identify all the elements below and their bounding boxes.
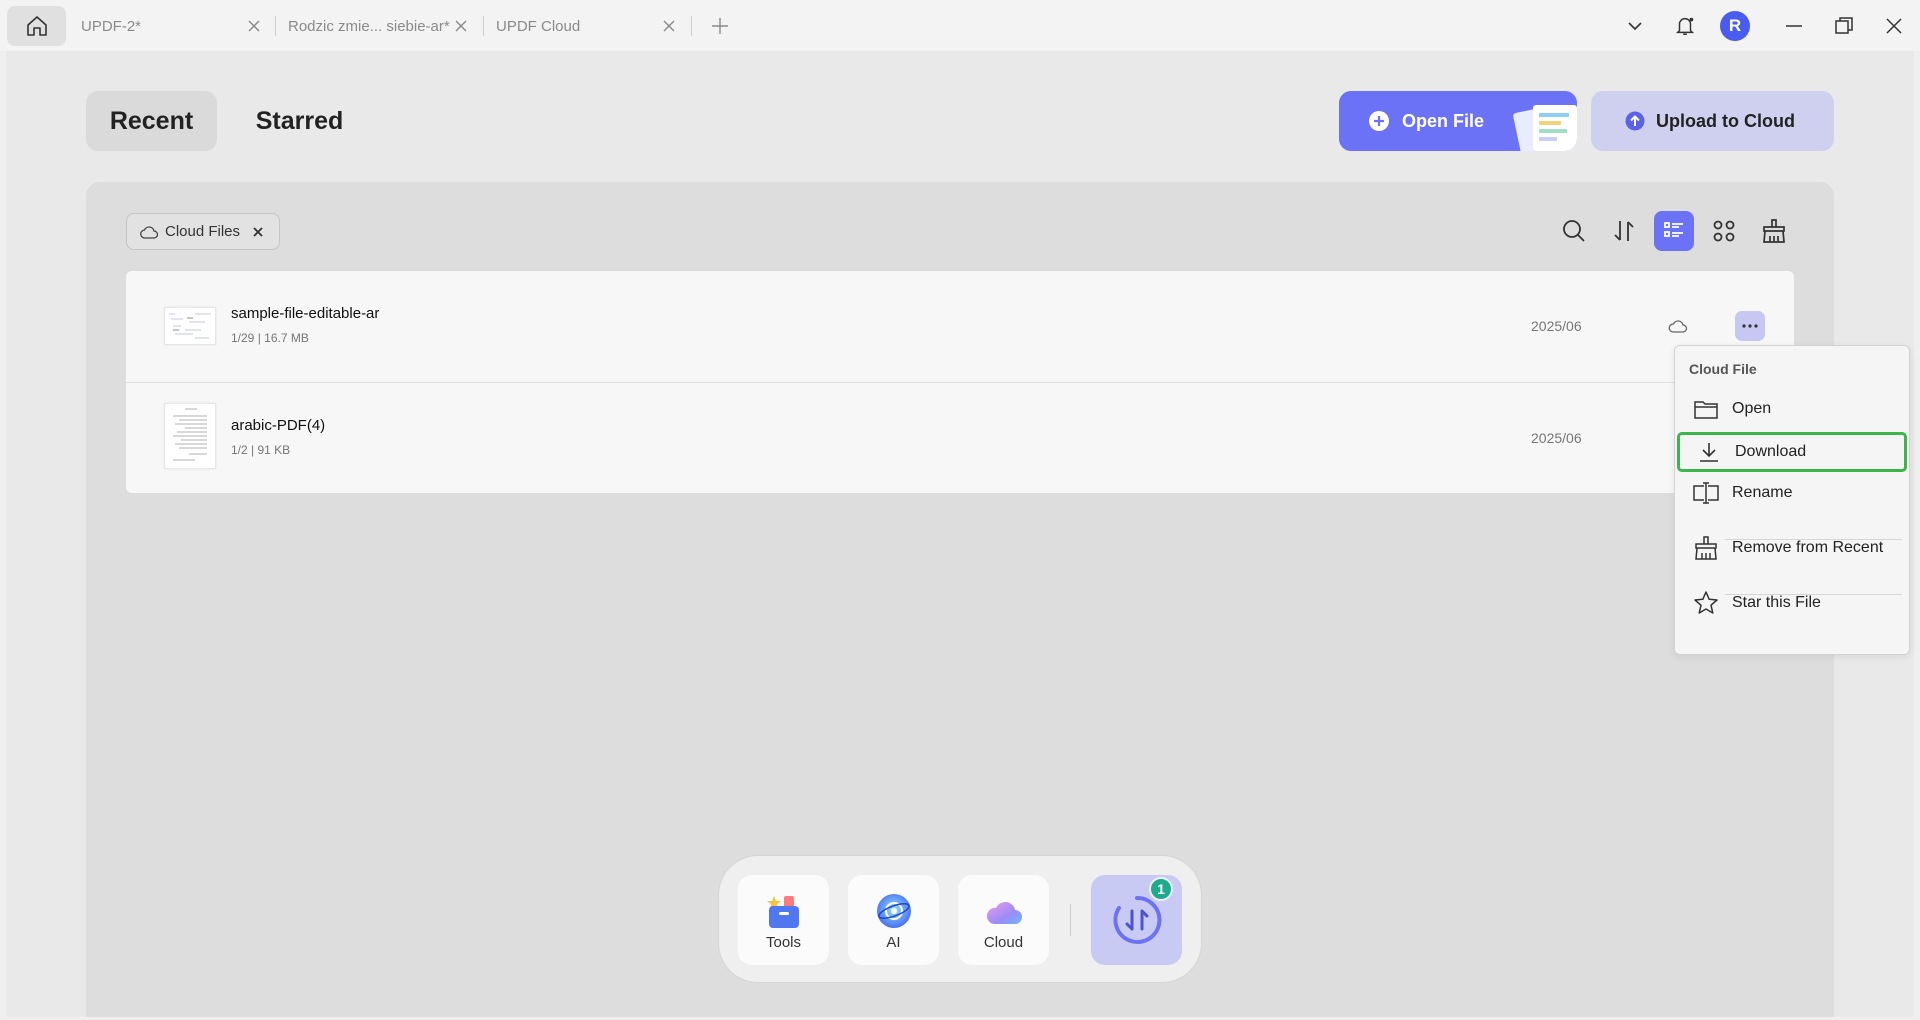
tab-starred[interactable]: Starred — [236, 91, 363, 151]
file-thumbnail — [164, 403, 216, 469]
user-avatar[interactable]: R — [1720, 11, 1750, 41]
bottom-dock: Tools AI Cloud — [718, 855, 1202, 983]
rename-icon — [1692, 482, 1720, 504]
dock-ai-button[interactable]: AI — [848, 875, 939, 965]
tab-updf-2[interactable]: UPDF-2* — [81, 8, 263, 44]
star-icon — [1692, 590, 1720, 616]
grid-view-icon[interactable] — [1704, 211, 1744, 251]
menu-item-label: Remove from Recent — [1732, 539, 1884, 556]
clear-icon[interactable] — [1754, 211, 1794, 251]
home-tab[interactable] — [7, 6, 66, 46]
file-name: sample-file-editable-ar — [231, 305, 380, 322]
upload-to-cloud-button[interactable]: Upload to Cloud — [1591, 91, 1834, 151]
ai-assistant-icon — [876, 894, 911, 928]
tab-updf-cloud[interactable]: UPDF Cloud — [496, 8, 678, 44]
menu-item-rename[interactable]: Rename — [1677, 473, 1907, 513]
tab-label: Rodzic zmie... siebie-ar* — [288, 17, 450, 35]
menu-item-label: Star this File — [1732, 594, 1821, 611]
restore-icon[interactable] — [1831, 13, 1857, 39]
dock-divider — [1070, 904, 1071, 936]
list-view-icon[interactable] — [1654, 211, 1694, 251]
file-date: 2025/06 — [1531, 318, 1582, 334]
tabs-dropdown-chevron-down-icon[interactable] — [1622, 13, 1648, 39]
file-date: 2025/06 — [1531, 430, 1582, 446]
upload-to-cloud-label: Upload to Cloud — [1656, 110, 1795, 131]
download-icon — [1695, 440, 1723, 464]
close-icon[interactable] — [245, 17, 263, 35]
tab-recent[interactable]: Recent — [86, 91, 217, 151]
file-name: arabic-PDF(4) — [231, 417, 326, 434]
upload-arrow-icon — [1625, 111, 1645, 131]
tab-label: UPDF-2* — [81, 17, 142, 35]
cloud-file-context-menu: Cloud File Open Download Rename Remove f… — [1674, 345, 1910, 655]
menu-item-remove-from-recent[interactable]: Remove from Recent — [1677, 528, 1907, 568]
menu-item-label: Download — [1735, 443, 1807, 460]
tab-label: UPDF Cloud — [496, 17, 581, 35]
minimize-icon[interactable] — [1781, 13, 1807, 39]
plus-circle-icon — [1369, 111, 1389, 131]
dock-tools-button[interactable]: Tools — [738, 875, 829, 965]
file-row[interactable]: arabic-PDF(4) 1/2 | 91 KB 2025/06 — [126, 382, 1794, 493]
tab-divider — [275, 16, 276, 36]
toolbox-icon — [766, 896, 799, 928]
filter-chip-label: Cloud Files — [165, 223, 241, 240]
dock-tools-label: Tools — [765, 934, 802, 951]
open-file-button[interactable]: Open File — [1339, 91, 1577, 151]
file-thumbnail — [164, 307, 216, 345]
sync-count-badge: 1 — [1149, 877, 1173, 901]
cloud-icon — [1668, 320, 1688, 333]
filter-chip-cloud-files[interactable]: Cloud Files — [126, 213, 280, 250]
close-window-icon[interactable] — [1881, 13, 1907, 39]
title-bar: UPDF-2* Rodzic zmie... siebie-ar* UPDF C… — [0, 0, 1920, 51]
context-menu-title: Cloud File — [1689, 361, 1757, 377]
dock-cloud-button[interactable]: Cloud — [958, 875, 1049, 965]
documents-illustration-icon — [1513, 105, 1577, 151]
cloud-icon — [986, 901, 1022, 924]
close-icon[interactable] — [251, 225, 265, 239]
broom-icon — [1692, 535, 1720, 561]
more-dots-icon — [1742, 324, 1758, 328]
sync-icon — [1112, 895, 1161, 944]
menu-item-star-this-file[interactable]: Star this File — [1677, 583, 1907, 623]
home-icon — [26, 16, 47, 36]
new-tab-plus-icon[interactable] — [709, 15, 731, 37]
open-file-label: Open File — [1402, 110, 1485, 131]
dock-cloud-label: Cloud — [983, 934, 1024, 951]
tab-rodzic[interactable]: Rodzic zmie... siebie-ar* — [288, 8, 470, 44]
dock-ai-label: AI — [886, 934, 901, 951]
cloud-icon — [140, 225, 158, 239]
file-meta: 1/2 | 91 KB — [231, 443, 291, 457]
menu-item-label: Open — [1732, 400, 1772, 417]
close-icon[interactable] — [452, 17, 470, 35]
menu-item-label: Rename — [1732, 484, 1793, 501]
tab-divider — [483, 16, 484, 36]
folder-icon — [1692, 398, 1720, 420]
tab-divider — [691, 16, 692, 36]
search-icon[interactable] — [1554, 211, 1594, 251]
notification-bell-icon[interactable] — [1672, 13, 1698, 39]
file-meta: 1/29 | 16.7 MB — [231, 331, 309, 345]
sort-icon[interactable] — [1604, 211, 1644, 251]
file-row[interactable]: sample-file-editable-ar 1/29 | 16.7 MB 2… — [126, 271, 1794, 382]
more-options-button[interactable] — [1735, 311, 1765, 341]
close-icon[interactable] — [660, 17, 678, 35]
menu-item-open[interactable]: Open — [1677, 389, 1907, 429]
file-list: sample-file-editable-ar 1/29 | 16.7 MB 2… — [126, 271, 1794, 493]
menu-item-download[interactable]: Download — [1677, 432, 1907, 472]
